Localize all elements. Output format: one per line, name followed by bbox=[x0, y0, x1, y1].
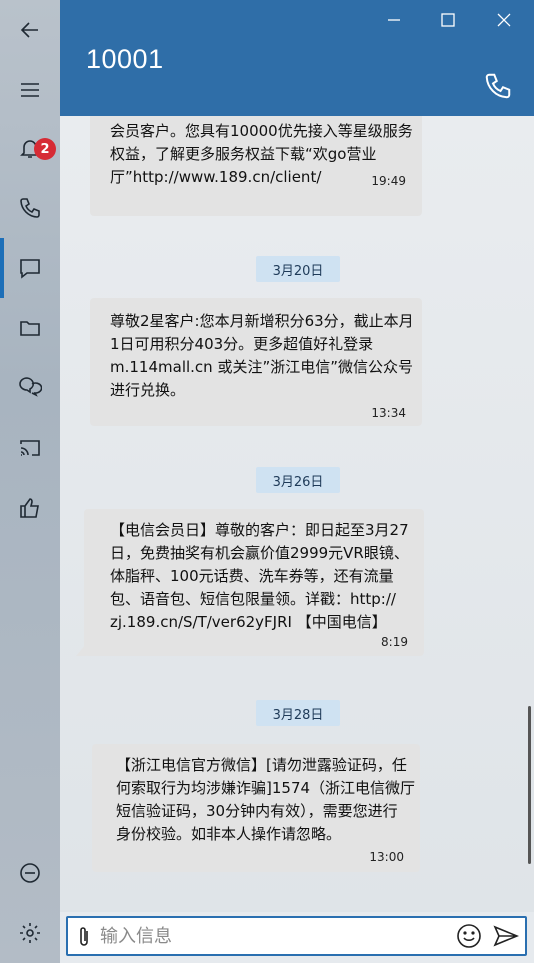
message-time: 13:34 bbox=[371, 406, 406, 420]
message-text: 【电信会员日】尊敬的客户：即日起至3月27 日，免费抽奖有机会赢价值2999元V… bbox=[110, 521, 409, 631]
emoji-button[interactable] bbox=[454, 921, 484, 951]
back-arrow-icon bbox=[20, 22, 38, 38]
thumbs-up-icon bbox=[20, 498, 39, 518]
message-bubble: 【电信会员日】尊敬的客户：即日起至3月27 日，免费抽奖有机会赢价值2999元V… bbox=[76, 509, 424, 656]
conversation-header: 10001 bbox=[60, 0, 534, 116]
minimize-icon bbox=[388, 19, 400, 21]
message-list[interactable]: 会员客户。您具有10000优先接入等星级服务 权益，了解更多服务权益下载“欢go… bbox=[60, 116, 534, 912]
minimize-panel-button[interactable] bbox=[0, 845, 60, 901]
date-separator: 3月26日 bbox=[256, 467, 340, 493]
message-bubble: 会员客户。您具有10000优先接入等星级服务 权益，了解更多服务权益下载“欢go… bbox=[90, 116, 422, 216]
attach-button[interactable] bbox=[72, 923, 96, 951]
message-text: 【浙江电信官方微信】[请勿泄露验证码，任 何索取行为均涉嫌诈骗]1574（浙江电… bbox=[116, 756, 416, 843]
contact-title: 10001 bbox=[86, 44, 164, 74]
close-icon bbox=[497, 13, 511, 27]
hamburger-icon bbox=[21, 83, 39, 97]
message-bubble: 【浙江电信官方微信】[请勿泄露验证码，任 何索取行为均涉嫌诈骗]1574（浙江电… bbox=[92, 744, 420, 872]
minus-circle-icon bbox=[20, 863, 40, 883]
gear-icon bbox=[20, 923, 40, 943]
message-text: 尊敬2星客户:您本月新增积分63分，截止本月 1日可用积分403分。更多超值好礼… bbox=[110, 312, 414, 399]
folder-icon bbox=[20, 321, 40, 336]
cast-icon bbox=[20, 440, 40, 456]
messages-button[interactable] bbox=[0, 240, 60, 296]
minimize-window-button[interactable] bbox=[374, 6, 414, 34]
navigation-rail: 2 bbox=[0, 0, 60, 963]
message-time: 8:19 bbox=[381, 635, 408, 649]
back-button[interactable] bbox=[0, 2, 60, 58]
message-time: 19:49 bbox=[371, 174, 406, 188]
date-separator: 3月28日 bbox=[256, 700, 340, 726]
message-bubble: 尊敬2星客户:您本月新增积分63分，截止本月 1日可用积分403分。更多超值好礼… bbox=[90, 298, 422, 426]
message-time: 13:00 bbox=[369, 850, 404, 864]
send-icon bbox=[493, 925, 519, 947]
smiley-icon bbox=[457, 924, 481, 948]
phone-icon bbox=[20, 198, 40, 218]
notification-badge: 2 bbox=[34, 138, 56, 160]
message-icon bbox=[20, 259, 40, 279]
call-button[interactable] bbox=[478, 66, 518, 106]
send-button[interactable] bbox=[490, 922, 522, 950]
close-window-button[interactable] bbox=[484, 6, 524, 34]
scrollbar[interactable] bbox=[528, 706, 531, 864]
message-input[interactable] bbox=[100, 921, 440, 951]
menu-button[interactable] bbox=[0, 62, 60, 118]
wechat-button[interactable] bbox=[0, 358, 60, 414]
calls-button[interactable] bbox=[0, 180, 60, 236]
message-text: 会员客户。您具有10000优先接入等星级服务 权益，了解更多服务权益下载“欢go… bbox=[110, 122, 413, 186]
feedback-button[interactable] bbox=[0, 480, 60, 536]
cast-button[interactable] bbox=[0, 420, 60, 476]
paperclip-icon bbox=[80, 927, 88, 946]
settings-button[interactable] bbox=[0, 905, 60, 961]
maximize-window-button[interactable] bbox=[428, 6, 468, 34]
chat-bubbles-icon bbox=[19, 377, 42, 397]
compose-bar bbox=[66, 916, 527, 956]
phone-icon bbox=[485, 73, 511, 99]
files-button[interactable] bbox=[0, 300, 60, 356]
date-separator: 3月20日 bbox=[256, 256, 340, 282]
maximize-icon bbox=[441, 13, 455, 27]
